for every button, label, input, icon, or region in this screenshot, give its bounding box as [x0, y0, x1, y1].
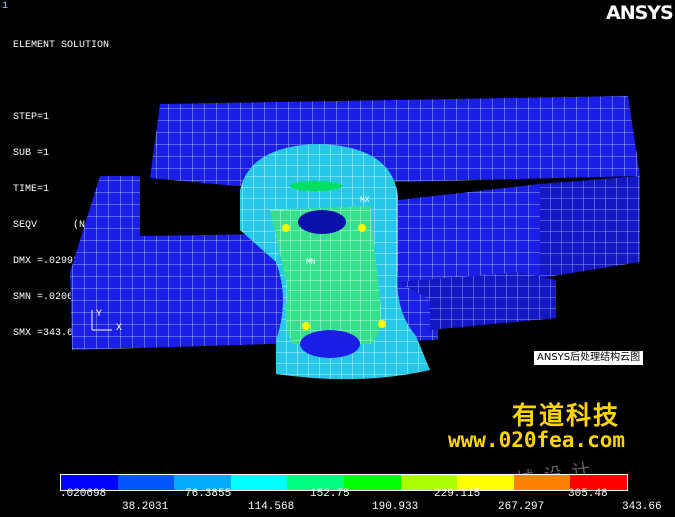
colorbar-band-4 — [230, 475, 288, 490]
plate-right-face — [540, 176, 640, 278]
colorbar-label-1: .020698 — [60, 488, 107, 500]
caption-label: ANSYS后处理结构云图 — [534, 351, 644, 365]
hot-spot-top — [290, 181, 342, 191]
colorbar-label-4: 114.568 — [248, 501, 295, 513]
colorbar-label-5: 152.75 — [310, 488, 350, 500]
colorbar-label-7: 229.115 — [434, 488, 481, 500]
brand-url: www.020fea.com — [448, 428, 626, 452]
colorbar-label-9: 305.48 — [568, 488, 608, 500]
mx-node-label: MX — [360, 196, 370, 205]
hot-spot-left — [282, 224, 290, 232]
triad-x-label: X — [116, 323, 122, 334]
triad-y-label: Y — [96, 309, 102, 320]
colorbar-label-6: 190.933 — [372, 501, 419, 513]
colorbar-band-9 — [513, 475, 571, 490]
colorbar-label-3: 76.3855 — [185, 488, 232, 500]
cavity-bottom-hole — [300, 330, 360, 358]
colorbar-label-10: 343.66 — [622, 501, 662, 513]
colorbar-label-8: 267.297 — [498, 501, 545, 513]
plate-top-face — [150, 96, 640, 186]
brand-name: 有道科技 — [512, 401, 621, 430]
colorbar-band-6 — [343, 475, 401, 490]
colorbar-label-2: 38.2031 — [122, 501, 169, 513]
hot-spot-lower-left — [302, 322, 310, 330]
hot-spot-lower-right — [378, 320, 386, 328]
cavity-top-hole — [298, 210, 346, 234]
mn-node-label: MN — [306, 258, 316, 267]
colorbar-band-2 — [117, 475, 175, 490]
hot-spot-right — [358, 224, 366, 232]
